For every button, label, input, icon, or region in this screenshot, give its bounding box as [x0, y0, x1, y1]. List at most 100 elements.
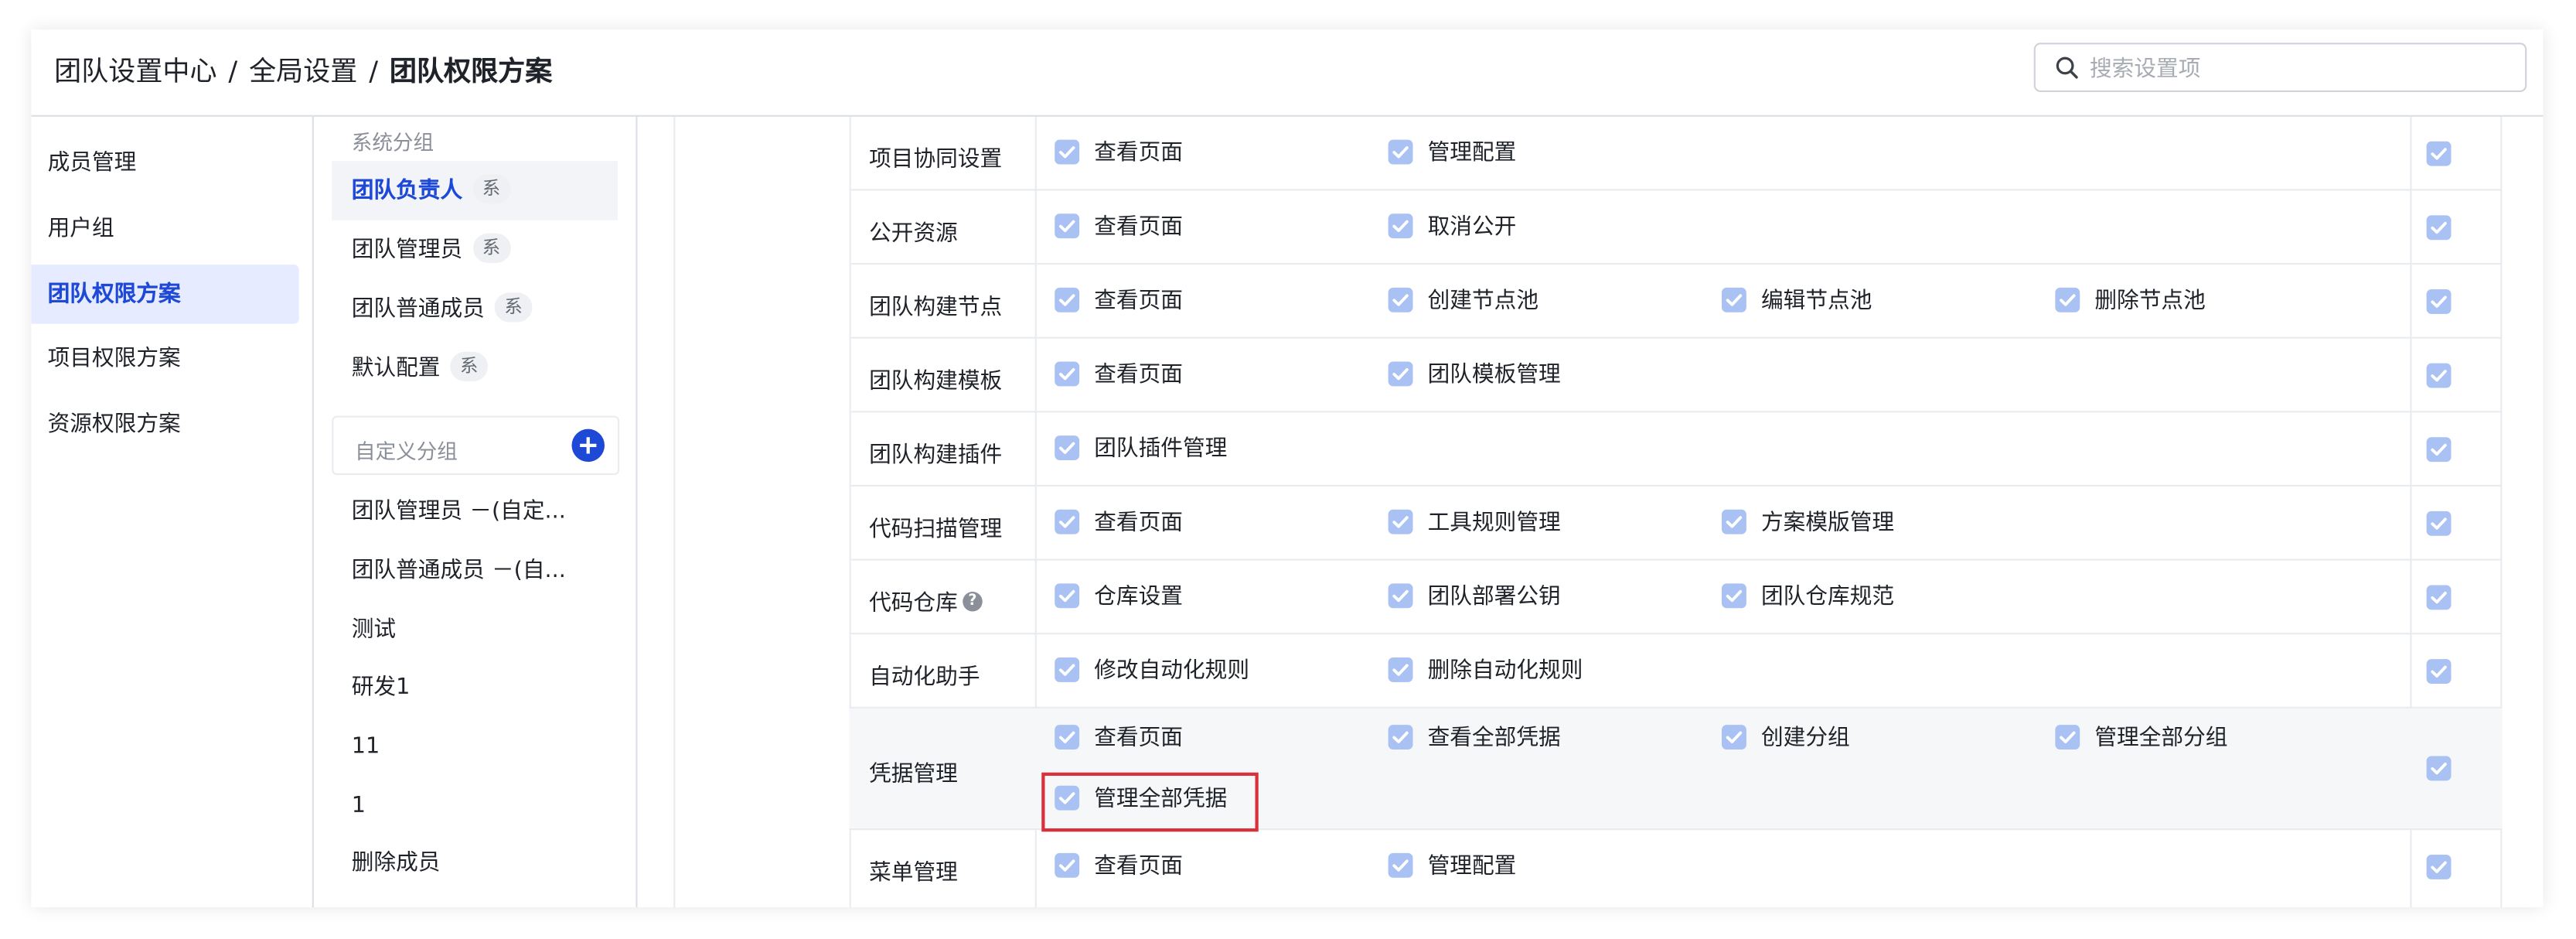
breadcrumb-item-current: 团队权限方案: [389, 56, 553, 87]
permission-label: 删除自动化规则: [1427, 657, 1583, 684]
checkbox-checked-icon[interactable]: [1055, 725, 1080, 749]
row-select-all-checkbox[interactable]: [2426, 215, 2452, 241]
role-item-team-admin[interactable]: 团队管理员系: [332, 220, 618, 280]
checkbox-checked-icon[interactable]: [1055, 583, 1080, 609]
permission-label: 查看全部凭据: [1427, 725, 1561, 752]
permission-label: 管理全部凭据: [1094, 785, 1228, 812]
row-name: 团队构建插件: [869, 442, 1003, 469]
role-item-custom[interactable]: 测试: [332, 600, 618, 660]
role-item-custom[interactable]: 团队普通成员 －(自...: [332, 541, 618, 600]
checkbox-checked-icon[interactable]: [1722, 725, 1746, 749]
nav-item-user-group[interactable]: 用户组: [31, 199, 298, 258]
permission-label: 编辑节点池: [1761, 287, 1872, 314]
checkbox-checked-icon[interactable]: [1388, 583, 1413, 609]
role-label: 团队普通成员: [351, 295, 485, 323]
role-item-custom[interactable]: 11: [332, 717, 618, 777]
nav-item-team-permission-scheme[interactable]: 团队权限方案: [31, 265, 299, 324]
checkbox-checked-icon[interactable]: [1722, 583, 1746, 609]
search-input[interactable]: [2090, 53, 2509, 84]
role-item-custom[interactable]: 1: [332, 776, 618, 835]
checkbox-checked-icon[interactable]: [1055, 361, 1080, 387]
row-name-text: 代码仓库: [869, 589, 958, 616]
role-item-team-owner[interactable]: 团队负责人系: [332, 161, 618, 220]
table-row: 项目协同设置 查看页面 管理配置: [849, 117, 2503, 191]
checkbox-checked-icon[interactable]: [1388, 657, 1413, 682]
breadcrumb-item-team-settings[interactable]: 团队设置中心: [54, 56, 216, 87]
checkbox-checked-icon[interactable]: [1055, 213, 1080, 239]
add-custom-role-button[interactable]: [571, 429, 605, 463]
role-panel: 系统分组 团队负责人系 团队管理员系 团队普通成员系 默认配置系 自定义分组 团…: [314, 116, 638, 907]
checkbox-checked-icon[interactable]: [1055, 139, 1080, 165]
row-name: 代码仓库?: [869, 583, 983, 616]
row-select-all-checkbox[interactable]: [2426, 659, 2452, 684]
left-nav: 成员管理 用户组 团队权限方案 项目权限方案 资源权限方案: [31, 116, 314, 907]
row-select-all-checkbox[interactable]: [2426, 363, 2452, 388]
permission-label: 修改自动化规则: [1094, 657, 1250, 684]
row-select-all-checkbox[interactable]: [2426, 510, 2452, 536]
checkbox-checked-icon[interactable]: [1388, 213, 1413, 239]
row-select-all-checkbox[interactable]: [2426, 756, 2452, 781]
nav-item-project-permission-scheme[interactable]: 项目权限方案: [31, 329, 298, 388]
checkbox-checked-icon[interactable]: [1055, 435, 1080, 460]
help-icon[interactable]: ?: [963, 592, 983, 612]
nav-item-member-management[interactable]: 成员管理: [31, 133, 298, 193]
row-name: 凭据管理: [869, 760, 958, 787]
table-row: 菜单管理 查看页面 管理配置: [850, 830, 2503, 907]
settings-card: 团队设置中心 / 全局设置 / 团队权限方案 成员管理 用户组 团队权限方案 项目权限方…: [31, 29, 2544, 907]
permission-label: 创建分组: [1761, 725, 1850, 752]
row-select-all-checkbox[interactable]: [2426, 855, 2452, 879]
permission-label: 删除节点池: [2094, 287, 2206, 314]
permission-label: 取消公开: [1427, 213, 1517, 241]
role-item-team-member[interactable]: 团队普通成员系: [332, 279, 618, 339]
checkbox-checked-icon[interactable]: [1388, 139, 1413, 165]
row-select-all-checkbox[interactable]: [2426, 289, 2452, 314]
role-item-custom[interactable]: 删除成员: [332, 833, 618, 893]
system-badge: 系: [494, 292, 533, 323]
checkbox-checked-icon[interactable]: [1055, 287, 1080, 312]
nav-item-resource-permission-scheme[interactable]: 资源权限方案: [31, 394, 298, 454]
permission-label: 创建节点池: [1427, 287, 1539, 314]
permission-label: 管理配置: [1427, 852, 1517, 879]
permission-label: 方案模版管理: [1761, 509, 1895, 536]
checkbox-checked-icon[interactable]: [1055, 852, 1080, 878]
row-name: 公开资源: [869, 220, 958, 247]
role-item-default-config[interactable]: 默认配置系: [332, 339, 618, 398]
role-item-custom[interactable]: 研发1: [332, 657, 618, 717]
system-badge: 系: [472, 174, 510, 204]
permission-label: 查看页面: [1094, 213, 1183, 241]
permission-label: 查看页面: [1094, 361, 1183, 388]
permission-label: 团队模板管理: [1427, 361, 1561, 388]
checkbox-checked-icon[interactable]: [1055, 657, 1080, 682]
permission-label: 查看页面: [1094, 287, 1183, 314]
search-icon: [2056, 56, 2078, 79]
row-name: 自动化助手: [869, 664, 980, 691]
role-item-custom[interactable]: 团队管理员 －(自定...: [332, 482, 618, 541]
checkbox-checked-icon[interactable]: [1388, 725, 1413, 749]
row-name: 项目协同设置: [869, 146, 1003, 173]
breadcrumb-item-global-settings[interactable]: 全局设置: [249, 56, 357, 87]
checkbox-checked-icon[interactable]: [1055, 785, 1080, 811]
custom-group-header: 自定义分组: [332, 415, 620, 476]
custom-group-label: 自定义分组: [355, 439, 458, 464]
row-name: 团队构建模板: [869, 368, 1003, 394]
permission-label: 管理全部分组: [2094, 725, 2228, 752]
checkbox-checked-icon[interactable]: [2055, 725, 2080, 749]
checkbox-checked-icon[interactable]: [1388, 852, 1413, 878]
checkbox-checked-icon[interactable]: [2055, 287, 2080, 312]
table-row: 团队构建插件 团队插件管理: [849, 412, 2503, 487]
checkbox-checked-icon[interactable]: [1722, 509, 1746, 534]
checkbox-checked-icon[interactable]: [1055, 509, 1080, 534]
checkbox-checked-icon[interactable]: [1388, 361, 1413, 387]
checkbox-checked-icon[interactable]: [1388, 509, 1413, 534]
permission-label: 团队部署公钥: [1427, 583, 1561, 610]
permission-label: 查看页面: [1094, 852, 1183, 879]
row-select-all-checkbox[interactable]: [2426, 585, 2452, 610]
checkbox-checked-icon[interactable]: [1722, 287, 1746, 312]
row-select-all-checkbox[interactable]: [2426, 141, 2452, 166]
permission-label: 查看页面: [1094, 509, 1183, 536]
row-select-all-checkbox[interactable]: [2426, 437, 2452, 463]
checkbox-checked-icon[interactable]: [1388, 287, 1413, 312]
table-row: 团队构建节点 查看页面 创建节点池 编辑节点池 删除节点池: [849, 265, 2503, 339]
system-group-label: 系统分组: [351, 129, 434, 155]
search-box[interactable]: [2033, 43, 2527, 92]
